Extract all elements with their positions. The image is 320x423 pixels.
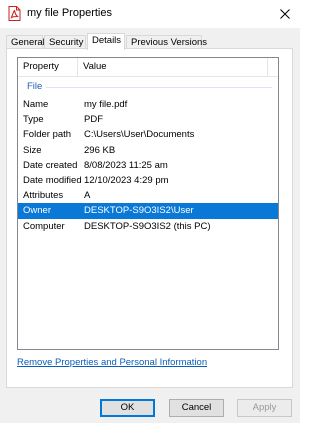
property-value: DESKTOP-S9O3IS2 (this PC) [84, 220, 211, 232]
property-value: DESKTOP-S9O3IS2\User [84, 205, 194, 217]
property-row-name[interactable]: Name my file.pdf [18, 97, 278, 112]
property-value: PDF [84, 114, 103, 126]
column-header-value[interactable]: Value [78, 58, 268, 76]
property-name: Computer [23, 220, 65, 232]
property-value: 296 KB [84, 144, 116, 156]
property-value: 8/08/2023 11:25 am [84, 159, 168, 171]
tab-previous-versions[interactable]: Previous Versions [126, 35, 207, 49]
close-icon[interactable] [276, 5, 294, 23]
property-row-folder-path[interactable]: Folder path C:\Users\User\Documents [18, 127, 278, 142]
group-label: File [27, 81, 43, 92]
window-title: my file Properties [27, 7, 112, 19]
property-name: Folder path [23, 129, 72, 141]
property-value: my file.pdf [84, 99, 128, 110]
property-row-type[interactable]: Type PDF [18, 112, 278, 127]
property-row-owner[interactable]: Owner DESKTOP-S9O3IS2\User [18, 203, 278, 219]
property-row-size[interactable]: Size 296 KB [18, 143, 278, 158]
remove-properties-link[interactable]: Remove Properties and Personal Informati… [17, 357, 207, 368]
property-row-attributes[interactable]: Attributes A [18, 188, 278, 203]
title-bar: my file Properties [0, 0, 300, 28]
list-header: Property Value [18, 58, 278, 77]
property-value: C:\Users\User\Documents [84, 129, 195, 141]
column-header-property[interactable]: Property [18, 58, 78, 76]
property-name: Size [23, 144, 42, 156]
tab-security[interactable]: Security [44, 35, 86, 49]
property-value: A [84, 190, 91, 202]
property-row-date-created[interactable]: Date created 8/08/2023 11:25 am [18, 158, 278, 173]
property-row-computer[interactable]: Computer DESKTOP-S9O3IS2 (this PC) [18, 219, 278, 234]
group-header-file: File [18, 80, 278, 94]
property-name: Name [23, 99, 49, 110]
tab-general[interactable]: General [6, 35, 45, 49]
pdf-file-icon [8, 6, 21, 21]
cancel-button[interactable]: Cancel [169, 399, 224, 417]
properties-list[interactable]: Property Value File Name my file.pdf Typ… [17, 57, 279, 350]
ok-button[interactable]: OK [100, 399, 155, 417]
property-name: Date modified [23, 174, 82, 186]
apply-button[interactable]: Apply [237, 399, 292, 417]
property-value: 12/10/2023 4:29 pm [84, 174, 169, 186]
property-name: Type [23, 114, 44, 126]
details-panel: Property Value File Name my file.pdf Typ… [6, 48, 293, 388]
property-name: Date created [23, 159, 78, 171]
group-divider [46, 87, 272, 88]
property-row-date-modified[interactable]: Date modified 12/10/2023 4:29 pm [18, 173, 278, 188]
property-rows: Name my file.pdf Type PDF Folder path C:… [18, 97, 278, 234]
tab-details[interactable]: Details [87, 33, 125, 50]
property-name: Owner [23, 205, 51, 217]
dialog-body: General Security Details Previous Versio… [0, 28, 300, 423]
property-name: Attributes [23, 190, 64, 202]
